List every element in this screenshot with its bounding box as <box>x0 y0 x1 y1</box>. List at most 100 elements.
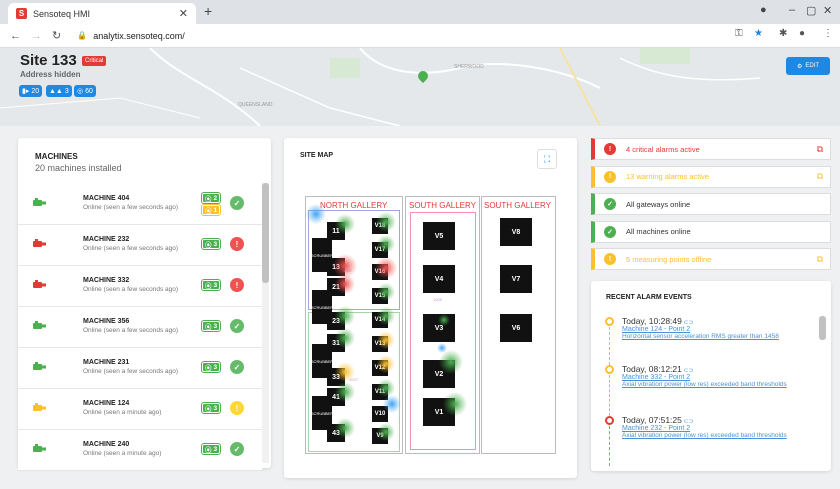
sensor-heat-spot <box>375 257 397 279</box>
machine-status: Online (seen a few seconds ago) <box>83 204 179 211</box>
alert-text: 4 critical alarms active <box>626 144 700 154</box>
check-icon: ✓ <box>604 198 616 210</box>
tab-title: Sensoteq HMI <box>33 8 91 19</box>
expand-map-icon[interactable]: ⛶ <box>537 149 557 169</box>
browser-tab-strip: S Sensoteq HMI ✕ + ● – ▢ ✕ <box>0 0 840 24</box>
sensors-count-chip[interactable]: ◎ 60 <box>74 85 96 97</box>
alarm-event[interactable]: Today, 07:51:25 ⊂⊃ Machine 232 - Point 2A… <box>622 415 812 439</box>
point-link[interactable]: Point 2 <box>668 374 690 381</box>
status-alert[interactable]: ✓ All gateways online <box>591 193 831 215</box>
browser-tab[interactable]: S Sensoteq HMI ✕ <box>8 3 196 24</box>
machines-title: MACHINES <box>35 152 78 161</box>
status-alert[interactable]: ✓ All machines online <box>591 220 831 243</box>
sensor-heat-spot <box>376 212 396 232</box>
check-icon: ✓ <box>230 360 244 374</box>
machine-row[interactable]: MACHINE 231 Online (seen a few seconds ag… <box>18 348 262 389</box>
reload-icon[interactable]: ↻ <box>52 29 61 42</box>
event-marker-icon <box>605 317 614 326</box>
account-circle-icon[interactable]: ● <box>760 4 767 16</box>
points-count: 3 <box>213 322 218 330</box>
new-tab-button[interactable]: + <box>204 3 212 19</box>
alarm-event[interactable]: Today, 08:12:21 ⊂⊃ Machine 332 - Point 2A… <box>622 364 812 388</box>
machine-icon <box>33 280 47 290</box>
point-link[interactable]: Point 2 <box>668 326 690 333</box>
machine-status: Online (seen a few seconds ago) <box>83 286 179 293</box>
gateway-icon: ▲▲ <box>49 87 63 95</box>
machine-row[interactable]: MACHINE 240 Online (seen a minute ago) ⦿ 3 ✓ <box>18 430 262 471</box>
machine-list-scroll-thumb[interactable] <box>262 183 269 283</box>
machine-row[interactable]: MACHINE 232 Online (seen a few seconds ag… <box>18 225 262 266</box>
event-time: Today, 07:51:25 ⊂⊃ <box>622 415 812 425</box>
map-background <box>0 48 761 126</box>
event-description[interactable]: Axial vibration power (low res) exceeded… <box>622 432 812 439</box>
browser-menu-icon[interactable]: ⋮ <box>823 28 833 39</box>
status-alert[interactable]: ! 4 critical alarms active ⧉ <box>591 138 831 160</box>
south-vessel: V4 <box>423 265 455 293</box>
machine-icon: ▮▸ <box>22 88 30 95</box>
machine-icon <box>33 321 47 331</box>
profile-icon[interactable]: ● <box>799 28 805 39</box>
event-machine-link[interactable]: Machine 232 - Point 2 <box>622 425 812 432</box>
event-machine-link[interactable]: Machine 332 - Point 2 <box>622 374 812 381</box>
edit-button[interactable]: ⚙ EDIT <box>786 57 830 75</box>
bookmark-star-icon[interactable]: ★ <box>754 28 763 39</box>
machine-icon <box>33 403 47 413</box>
critical-badge: Critical <box>82 56 107 66</box>
critical-icon: ! <box>230 237 244 251</box>
check-icon: ✓ <box>604 225 616 238</box>
extensions-icon[interactable]: ✱ <box>779 28 787 39</box>
sensor-heat-spot <box>306 204 326 224</box>
alarm-event[interactable]: Today, 10:28:49 ⊂⊃ Machine 124 - Point 2H… <box>622 316 812 340</box>
event-timeline <box>609 426 610 466</box>
event-machine-link[interactable]: Machine 124 - Point 2 <box>622 326 812 333</box>
machine-link[interactable]: Machine 332 <box>622 374 662 381</box>
machine-name: MACHINE 231 <box>83 359 130 366</box>
point-link[interactable]: Point 2 <box>668 425 690 432</box>
sensor-point-icon: ⦿ <box>205 406 212 413</box>
sensor-icon: ◎ <box>77 88 84 95</box>
event-timestamp: Today, 08:12:21 <box>622 364 682 374</box>
map-label-sherwood: SHERWOOD <box>454 64 484 70</box>
points-count: 3 <box>213 404 218 412</box>
critical-icon: ! <box>230 278 244 292</box>
event-description[interactable]: Axial vibration power (low res) exceeded… <box>622 381 812 388</box>
machine-name: MACHINE 124 <box>83 400 130 407</box>
points-count: 3 <box>213 363 218 371</box>
machine-row[interactable]: MACHINE 356 Online (seen a few seconds ag… <box>18 307 262 348</box>
sensor-heat-spot <box>377 331 395 349</box>
status-alert[interactable]: ! 13 warning alarms active ⧉ <box>591 165 831 188</box>
points-count-badge: ⦿ 3 <box>200 361 222 373</box>
close-tab-icon[interactable]: ✕ <box>179 7 188 20</box>
points-count: 1 <box>213 206 218 214</box>
sensor-heat-spot <box>377 307 395 325</box>
machine-row[interactable]: MACHINE 124 Online (seen a minute ago) ⦿ 3! <box>18 389 262 430</box>
points-count-badge: ⦿ 3 <box>200 320 222 332</box>
machine-row[interactable]: MACHINE 404 Online (seen a few seconds ag… <box>18 184 262 225</box>
points-count: 3 <box>213 445 218 453</box>
sensor-heat-spot <box>335 274 355 294</box>
back-icon[interactable]: ← <box>10 30 21 42</box>
open-external-icon[interactable]: ⧉ <box>817 254 823 265</box>
open-external-icon[interactable]: ⧉ <box>817 171 823 182</box>
machine-name: MACHINE 404 <box>83 195 130 202</box>
alert-text: 5 measuring points offline <box>626 254 712 264</box>
machine-link[interactable]: Machine 124 <box>622 326 662 333</box>
url-field[interactable]: 🔒 analytix.sensoteq.com/ <box>77 31 185 41</box>
restore-icon[interactable]: ▢ <box>806 4 816 17</box>
key-icon[interactable]: ⚿ <box>735 28 743 39</box>
points-count-badge: ⦿ 3 <box>200 443 222 455</box>
gateways-count-chip[interactable]: ▲▲ 3 <box>46 85 72 97</box>
machine-link[interactable]: Machine 232 <box>622 425 662 432</box>
machine-name: MACHINE 356 <box>83 318 130 325</box>
window-close-icon[interactable]: ✕ <box>823 4 832 17</box>
forward-icon[interactable]: → <box>31 30 42 42</box>
machine-status: Online (seen a minute ago) <box>83 450 162 457</box>
event-description[interactable]: Horizontal sensor acceleration RMS great… <box>622 333 812 340</box>
status-alert[interactable]: ! 5 measuring points offline ⧉ <box>591 248 831 270</box>
machine-row[interactable]: MACHINE 332 Online (seen a few seconds ag… <box>18 266 262 307</box>
minimize-icon[interactable]: – <box>789 4 795 16</box>
open-external-icon[interactable]: ⧉ <box>817 144 823 155</box>
site-title: Site 133 <box>20 52 77 69</box>
events-scroll-thumb[interactable] <box>819 316 826 340</box>
machines-count-chip[interactable]: ▮▸ 20 <box>19 85 43 97</box>
